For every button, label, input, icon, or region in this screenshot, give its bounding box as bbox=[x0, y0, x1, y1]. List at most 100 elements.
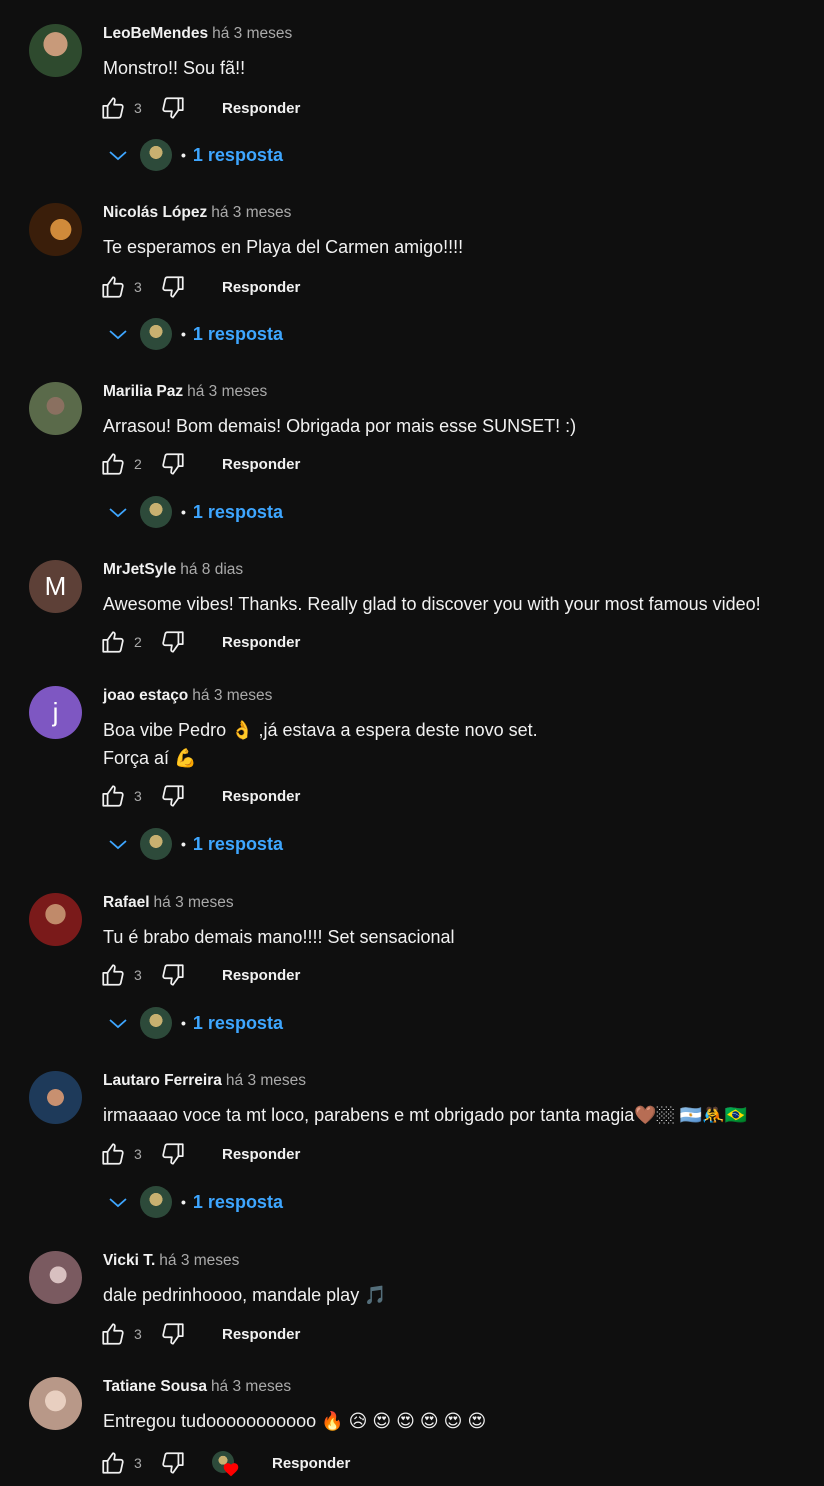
like-button[interactable] bbox=[100, 451, 126, 477]
comment-author[interactable]: joao estaço bbox=[103, 687, 188, 704]
avatar[interactable] bbox=[29, 203, 82, 256]
comment-author[interactable]: Vicki T. bbox=[103, 1252, 155, 1269]
thumb-up-icon bbox=[102, 1452, 124, 1474]
dislike-button[interactable] bbox=[160, 274, 186, 300]
heart-icon bbox=[223, 1463, 239, 1477]
replies-count: 1 resposta bbox=[192, 144, 283, 165]
thumb-down-icon bbox=[162, 1452, 184, 1474]
view-replies-button[interactable]: • 1 resposta bbox=[106, 827, 283, 861]
reply-button[interactable]: Responder bbox=[222, 279, 300, 296]
reply-button[interactable]: Responder bbox=[222, 788, 300, 805]
dislike-button[interactable] bbox=[160, 629, 186, 655]
view-replies-button[interactable]: • 1 resposta bbox=[106, 1185, 283, 1219]
like-count: 3 bbox=[134, 1326, 142, 1342]
comment-text: Entregou tudooooooooooo 🔥 😥 😍 😍 😍 😍 😍 bbox=[103, 1411, 487, 1431]
comment-time[interactable]: há 3 meses bbox=[212, 25, 292, 42]
chevron-down-icon bbox=[109, 508, 127, 518]
like-button[interactable] bbox=[100, 783, 126, 809]
comment-author[interactable]: Nicolás López bbox=[103, 204, 207, 221]
comment-actions: 3 Responder bbox=[100, 782, 300, 810]
reply-button[interactable]: Responder bbox=[222, 100, 300, 117]
comment-actions: 3 Responder bbox=[100, 94, 300, 122]
like-button[interactable] bbox=[100, 1450, 126, 1476]
comment-text: Monstro!! Sou fã!! bbox=[103, 58, 246, 78]
replies-count: 1 resposta bbox=[192, 501, 283, 522]
chevron-down-icon bbox=[109, 1019, 127, 1029]
avatar[interactable] bbox=[29, 893, 82, 946]
dislike-button[interactable] bbox=[160, 783, 186, 809]
reply-button[interactable]: Responder bbox=[222, 967, 300, 984]
comment-text: Boa vibe Pedro 👌 ,já estava a espera des… bbox=[103, 720, 538, 768]
like-button[interactable] bbox=[100, 1141, 126, 1167]
like-count: 3 bbox=[134, 279, 142, 295]
avatar[interactable]: M bbox=[29, 560, 82, 613]
comment-author[interactable]: MrJetSyle bbox=[103, 561, 176, 578]
separator-dot: • bbox=[181, 836, 186, 852]
dislike-button[interactable] bbox=[160, 962, 186, 988]
like-button[interactable] bbox=[100, 962, 126, 988]
comment-text: Arrasou! Bom demais! Obrigada por mais e… bbox=[103, 416, 577, 436]
comment-time[interactable]: há 3 meses bbox=[159, 1252, 239, 1269]
dislike-button[interactable] bbox=[160, 1141, 186, 1167]
thumb-up-icon bbox=[102, 453, 124, 475]
dislike-button[interactable] bbox=[160, 1321, 186, 1347]
separator-dot: • bbox=[181, 1015, 186, 1031]
thumb-down-icon bbox=[162, 97, 184, 119]
comment-time[interactable]: há 3 meses bbox=[211, 204, 291, 221]
avatar[interactable] bbox=[29, 24, 82, 77]
creator-avatar bbox=[140, 496, 172, 528]
replies-count: 1 resposta bbox=[192, 833, 283, 854]
dislike-button[interactable] bbox=[160, 1450, 186, 1476]
like-button[interactable] bbox=[100, 1321, 126, 1347]
comment-actions: 3 Responder bbox=[100, 1320, 300, 1348]
dislike-button[interactable] bbox=[160, 451, 186, 477]
reply-button[interactable]: Responder bbox=[222, 1146, 300, 1163]
reply-button[interactable]: Responder bbox=[272, 1455, 350, 1472]
like-count: 3 bbox=[134, 1146, 142, 1162]
comment-author[interactable]: Tatiane Sousa bbox=[103, 1378, 207, 1395]
like-count: 2 bbox=[134, 456, 142, 472]
replies-count: 1 resposta bbox=[192, 323, 283, 344]
comment-time[interactable]: há 8 dias bbox=[180, 561, 243, 578]
comment-author[interactable]: Marilia Paz bbox=[103, 383, 183, 400]
creator-avatar bbox=[140, 1007, 172, 1039]
avatar[interactable]: j bbox=[29, 686, 82, 739]
comment-time[interactable]: há 3 meses bbox=[154, 894, 234, 911]
thumb-down-icon bbox=[162, 276, 184, 298]
comment-time[interactable]: há 3 meses bbox=[187, 383, 267, 400]
thumb-up-icon bbox=[102, 631, 124, 653]
comment-text: Tu é brabo demais mano!!!! Set sensacion… bbox=[103, 927, 455, 947]
creator-heart bbox=[212, 1451, 239, 1477]
like-button[interactable] bbox=[100, 629, 126, 655]
avatar[interactable] bbox=[29, 1071, 82, 1124]
avatar[interactable] bbox=[29, 1251, 82, 1304]
like-button[interactable] bbox=[100, 274, 126, 300]
like-count: 3 bbox=[134, 1455, 142, 1471]
comment-time[interactable]: há 3 meses bbox=[226, 1072, 306, 1089]
view-replies-button[interactable]: • 1 resposta bbox=[106, 138, 283, 172]
like-count: 2 bbox=[134, 634, 142, 650]
separator-dot: • bbox=[181, 504, 186, 520]
thumb-down-icon bbox=[162, 453, 184, 475]
comment-author[interactable]: LeoBeMendes bbox=[103, 25, 208, 42]
comment-time[interactable]: há 3 meses bbox=[192, 687, 272, 704]
reply-button[interactable]: Responder bbox=[222, 634, 300, 651]
reply-button[interactable]: Responder bbox=[222, 1326, 300, 1343]
separator-dot: • bbox=[181, 326, 186, 342]
comment-author[interactable]: Lautaro Ferreira bbox=[103, 1072, 222, 1089]
comment-author[interactable]: Rafael bbox=[103, 894, 150, 911]
view-replies-button[interactable]: • 1 resposta bbox=[106, 317, 283, 351]
thumb-down-icon bbox=[162, 631, 184, 653]
thumb-down-icon bbox=[162, 964, 184, 986]
view-replies-button[interactable]: • 1 resposta bbox=[106, 1006, 283, 1040]
view-replies-button[interactable]: • 1 resposta bbox=[106, 495, 283, 529]
dislike-button[interactable] bbox=[160, 95, 186, 121]
comment-time[interactable]: há 3 meses bbox=[211, 1378, 291, 1395]
avatar[interactable] bbox=[29, 382, 82, 435]
like-button[interactable] bbox=[100, 95, 126, 121]
like-count: 3 bbox=[134, 788, 142, 804]
reply-button[interactable]: Responder bbox=[222, 456, 300, 473]
like-count: 3 bbox=[134, 967, 142, 983]
avatar[interactable] bbox=[29, 1377, 82, 1430]
replies-count: 1 resposta bbox=[192, 1012, 283, 1033]
